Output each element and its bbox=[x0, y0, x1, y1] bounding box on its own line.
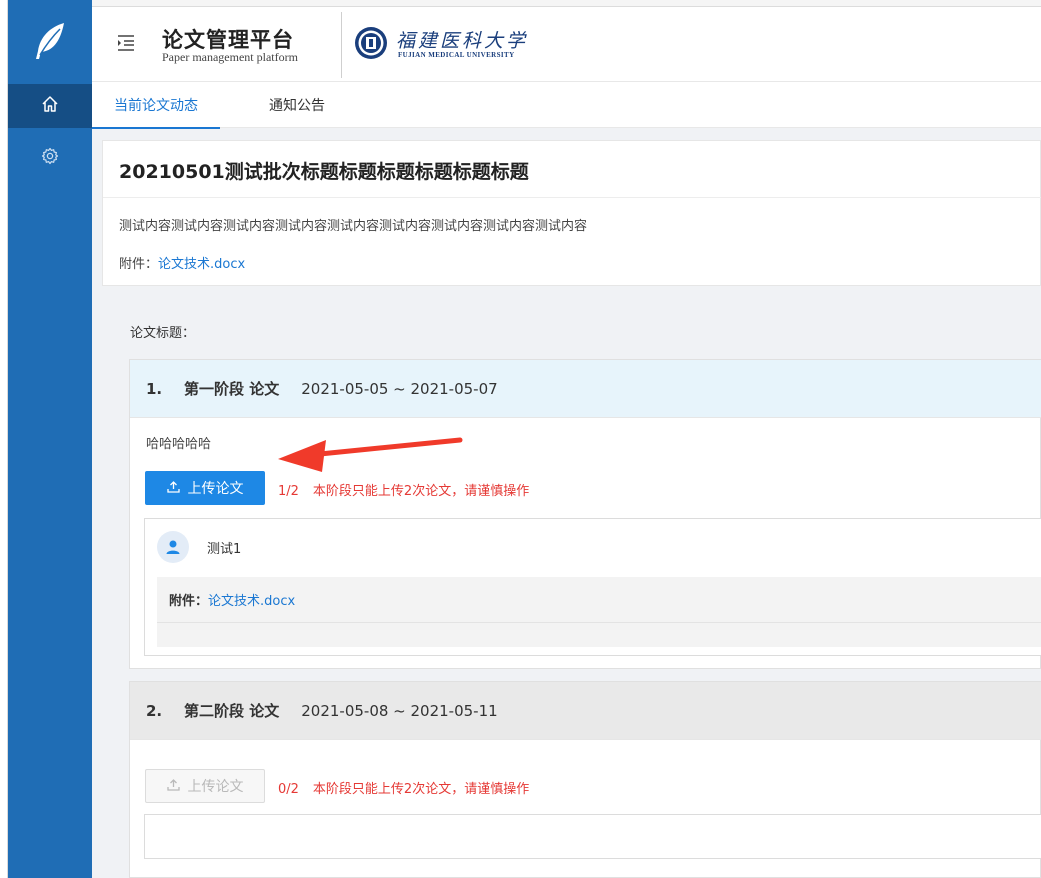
feather-logo-icon[interactable] bbox=[8, 0, 92, 82]
university-name-cn: 福建医科大学 bbox=[396, 30, 529, 52]
stage-name: 第二阶段 论文 bbox=[184, 702, 280, 720]
attachment-label: 附件： bbox=[119, 257, 159, 272]
user-icon bbox=[157, 531, 189, 563]
header-top-line bbox=[92, 0, 1041, 7]
empty-submission-box bbox=[144, 814, 1041, 859]
attachment-label: 附件： bbox=[169, 594, 209, 609]
submission-attachment: 附件： 论文技术.docx bbox=[157, 577, 1041, 623]
submission-footer bbox=[157, 623, 1041, 647]
upload-hint-text: 本阶段只能上传2次论文，请谨慎操作 bbox=[312, 484, 530, 499]
menu-fold-icon[interactable] bbox=[116, 34, 136, 52]
stage-panel-1: 1. 第一阶段 论文 2021-05-05 ~ 2021-05-07 哈哈哈哈哈… bbox=[129, 359, 1041, 669]
upload-button-label: 上传论文 bbox=[187, 481, 244, 497]
sidebar bbox=[8, 0, 92, 878]
batch-card: 20210501测试批次标题标题标题标题标题标题 测试内容测试内容测试内容测试内… bbox=[102, 140, 1041, 286]
window-edge bbox=[0, 0, 8, 878]
submission-card: 测试1 附件： 论文技术.docx bbox=[144, 518, 1041, 656]
stage-header: 1. 第一阶段 论文 2021-05-05 ~ 2021-05-07 bbox=[130, 360, 1041, 418]
upload-hint: 1/2 本阶段只能上传2次论文，请谨慎操作 bbox=[278, 480, 529, 499]
tab-current-paper-status[interactable]: 当前论文动态 bbox=[92, 82, 220, 129]
divider bbox=[103, 197, 1041, 198]
brand-divider bbox=[341, 12, 342, 78]
stage-panel-2: 2. 第二阶段 论文 2021-05-08 ~ 2021-05-11 上传论文 … bbox=[129, 681, 1041, 878]
home-icon bbox=[41, 95, 59, 117]
submission-user: 测试1 bbox=[157, 531, 241, 563]
stage-date-range: 2021-05-05 ~ 2021-05-07 bbox=[301, 379, 498, 398]
app-subtitle: Paper management platform bbox=[162, 50, 298, 64]
attachment-link[interactable]: 论文技术.docx bbox=[208, 590, 295, 609]
upload-icon bbox=[166, 480, 180, 497]
tab-notices[interactable]: 通知公告 bbox=[252, 82, 342, 128]
upload-hint-text: 本阶段只能上传2次论文，请谨慎操作 bbox=[312, 782, 530, 797]
university-name-en: FUJIAN MEDICAL UNIVERSITY bbox=[398, 51, 515, 59]
upload-paper-button[interactable]: 上传论文 bbox=[145, 471, 265, 505]
upload-count: 0/2 bbox=[278, 782, 299, 797]
upload-hint: 0/2 本阶段只能上传2次论文，请谨慎操作 bbox=[278, 778, 529, 797]
batch-title: 20210501测试批次标题标题标题标题标题标题 bbox=[119, 161, 529, 183]
stage-description: 哈哈哈哈哈 bbox=[146, 437, 212, 452]
stage-header: 2. 第二阶段 论文 2021-05-08 ~ 2021-05-11 bbox=[130, 682, 1041, 740]
submission-user-name: 测试1 bbox=[207, 541, 242, 557]
university-seal-icon bbox=[354, 26, 388, 60]
upload-paper-button-disabled: 上传论文 bbox=[145, 769, 265, 803]
attachment-link[interactable]: 论文技术.docx bbox=[158, 257, 245, 272]
stage-number: 2. bbox=[146, 701, 163, 720]
stage-number: 1. bbox=[146, 379, 163, 398]
sidebar-item-settings[interactable] bbox=[8, 136, 92, 180]
upload-button-label: 上传论文 bbox=[187, 779, 244, 795]
sidebar-item-home[interactable] bbox=[8, 84, 92, 128]
paper-title-label: 论文标题： bbox=[130, 326, 196, 341]
stage-name: 第一阶段 论文 bbox=[184, 380, 280, 398]
gear-icon bbox=[41, 147, 59, 169]
upload-count: 1/2 bbox=[278, 484, 299, 499]
tab-bar: 当前论文动态 通知公告 bbox=[92, 82, 1041, 129]
stage-date-range: 2021-05-08 ~ 2021-05-11 bbox=[301, 701, 498, 720]
top-header: 论文管理平台 Paper management platform 福建医科大学 … bbox=[92, 0, 1041, 82]
red-arrow-annotation bbox=[276, 432, 466, 477]
batch-content: 测试内容测试内容测试内容测试内容测试内容测试内容测试内容测试内容测试内容 bbox=[119, 219, 588, 234]
upload-icon bbox=[166, 778, 180, 795]
batch-attachment: 附件：论文技术.docx bbox=[119, 253, 245, 272]
